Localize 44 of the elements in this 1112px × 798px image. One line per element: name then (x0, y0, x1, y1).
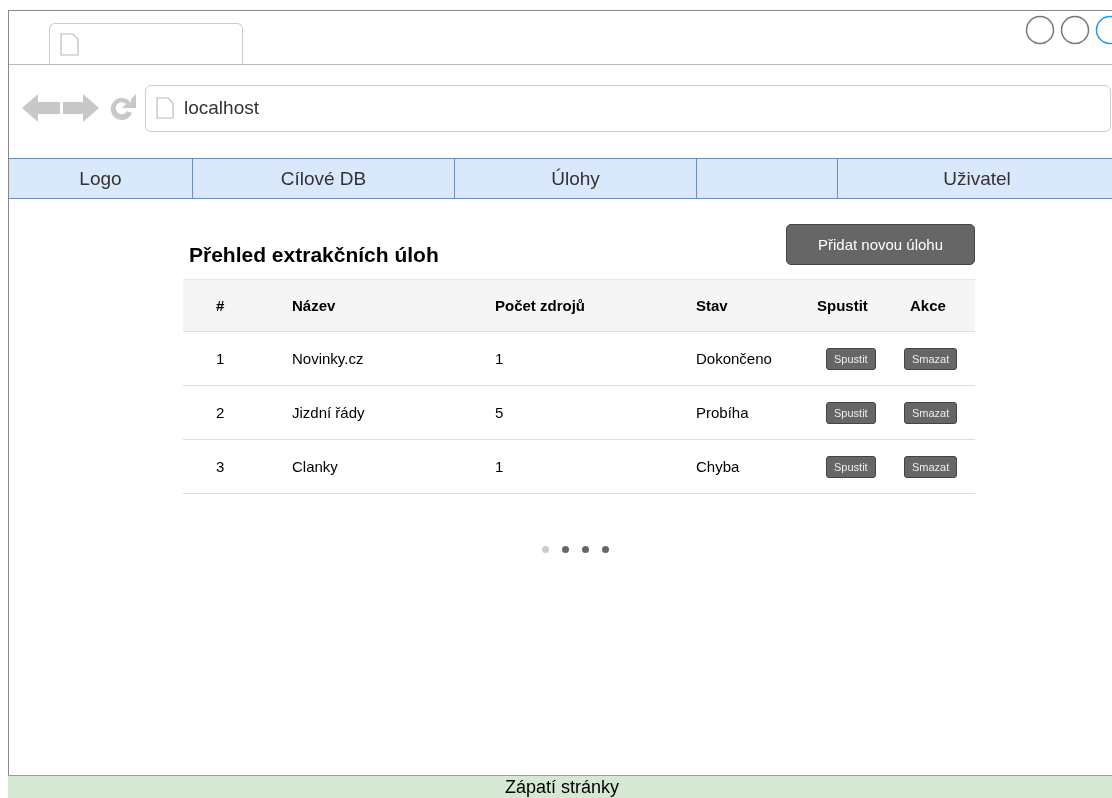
address-field[interactable]: localhost (145, 84, 1111, 132)
run-button[interactable]: Spustit (826, 347, 876, 370)
page-dot[interactable] (562, 546, 569, 553)
table-cell: 1 (462, 332, 663, 386)
nav-item[interactable]: Cílové DB (193, 159, 455, 198)
window-control-icon[interactable] (1025, 15, 1055, 45)
table-cell: 5 (462, 386, 663, 440)
page-footer: Zápatí stránky (8, 775, 1112, 798)
table-cell: 1 (183, 332, 259, 386)
window-control-icon[interactable] (1060, 15, 1090, 45)
run-button[interactable]: Spustit (826, 401, 876, 424)
table-cell: Probíha (663, 386, 784, 440)
table-cell: Chyba (663, 440, 784, 494)
page-title: Přehled extrakčních úloh (189, 243, 439, 267)
page-icon (60, 33, 79, 56)
table-cell: 1 (462, 440, 663, 494)
address-text: localhost (184, 97, 259, 119)
page-icon (156, 97, 174, 119)
delete-button[interactable]: Smazat (904, 455, 958, 478)
table-cell: 3 (183, 440, 259, 494)
nav-item[interactable]: Úlohy (455, 159, 697, 198)
column-header: Název (259, 279, 462, 332)
table-cell: Clanky (259, 440, 462, 494)
forward-icon[interactable] (63, 93, 99, 123)
column-header: Stav (663, 279, 784, 332)
column-header: Počet zdrojů (462, 279, 663, 332)
back-icon[interactable] (22, 93, 60, 123)
nav-item[interactable]: Uživatel (838, 159, 1112, 198)
delete-button[interactable]: Smazat (904, 347, 958, 370)
page-dot[interactable] (582, 546, 589, 553)
nav-item[interactable]: Logo (9, 159, 193, 198)
page-dot[interactable] (542, 546, 549, 553)
browser-tab[interactable] (49, 23, 243, 64)
column-header: # (183, 279, 259, 332)
add-task-button[interactable]: Přidat novou úlohu (786, 224, 975, 265)
column-header: Akce (877, 279, 975, 332)
page-dot[interactable] (602, 546, 609, 553)
table-cell: 2 (183, 386, 259, 440)
run-button[interactable]: Spustit (826, 455, 876, 478)
table-cell: Jizdní řády (259, 386, 462, 440)
table-cell: Dokončeno (663, 332, 784, 386)
table-cell: Novinky.cz (259, 332, 462, 386)
column-header: Spustit (784, 279, 877, 332)
delete-button[interactable]: Smazat (904, 401, 958, 424)
